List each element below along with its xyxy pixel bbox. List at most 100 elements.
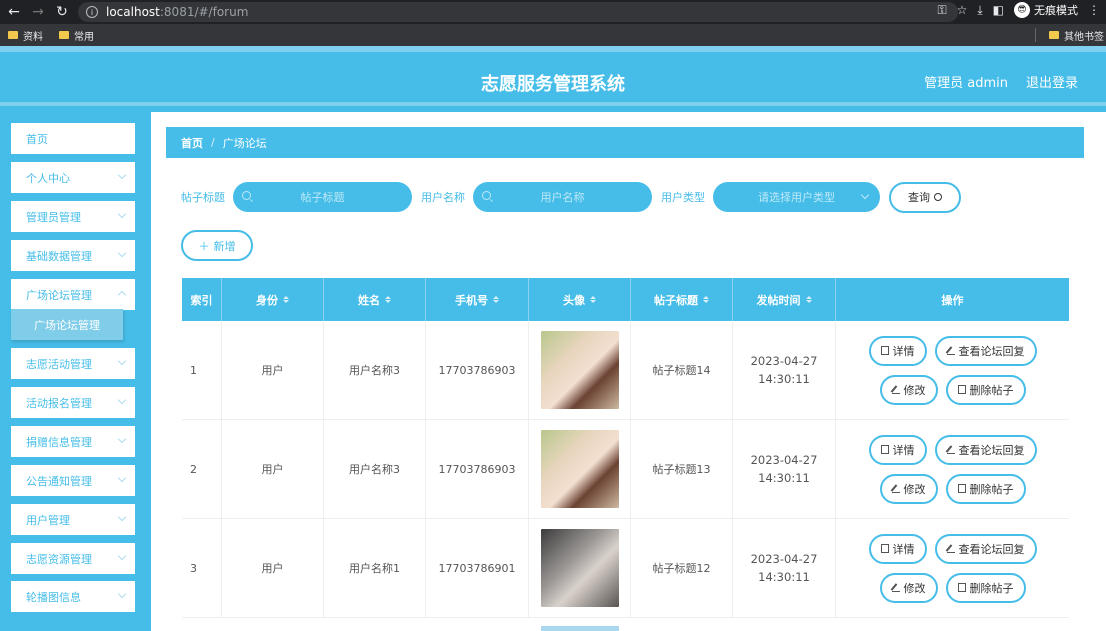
edit-icon (946, 445, 955, 454)
button-label: 查看论坛回复 (958, 443, 1025, 457)
sidebar-item-signups[interactable]: 活动报名管理 (11, 387, 135, 418)
sidebar-item-donations[interactable]: 捐赠信息管理 (11, 426, 135, 457)
sort-icon[interactable] (283, 296, 289, 303)
chevron-up-icon (117, 290, 127, 300)
sidebar-subitem-forum[interactable]: 广场论坛管理 (11, 309, 123, 340)
sidebar-item-carousel[interactable]: 轮播图信息 (11, 581, 135, 612)
cell-name: 用户名称3 (324, 420, 426, 518)
chevron-down-icon (117, 395, 127, 405)
sidebar-item-admins[interactable]: 管理员管理 (11, 201, 135, 232)
menu-icon[interactable]: ⋮ (1088, 3, 1100, 17)
user-filter-label: 用户名称 (421, 191, 465, 204)
user-type-select[interactable]: 请选择用户类型 (713, 182, 880, 212)
sidebar-item-forum[interactable]: 广场论坛管理 (11, 279, 135, 310)
col-name[interactable]: 姓名 (324, 278, 426, 321)
column-label: 头像 (563, 293, 585, 307)
bookmark-folder[interactable]: 资料 (8, 28, 43, 43)
cell-index: 3 (182, 519, 222, 617)
user-search-input[interactable]: 用户名称 (473, 182, 652, 212)
col-title[interactable]: 帖子标题 (631, 278, 733, 321)
col-role[interactable]: 身份 (222, 278, 324, 321)
delete-button[interactable]: 删除帖子 (945, 374, 1026, 405)
table-row: 1 用户 用户名称3 17703786903 帖子标题14 2023-04-27… (182, 321, 1069, 420)
sort-icon[interactable] (493, 296, 499, 303)
avatar[interactable] (540, 430, 619, 508)
other-bookmarks[interactable]: 其他书签 (1049, 28, 1104, 43)
sidebar-item-home[interactable]: 首页 (11, 123, 135, 154)
edit-button[interactable]: 修改 (879, 473, 938, 504)
cell-title: 帖子标题12 (631, 519, 733, 617)
delete-button[interactable]: 删除帖子 (945, 473, 1026, 504)
document-icon (880, 445, 889, 454)
sidebar-item-resources[interactable]: 志愿资源管理 (11, 543, 135, 574)
view-replies-button[interactable]: 查看论坛回复 (934, 434, 1037, 465)
cell-actions: 详情 查看论坛回复 修改 删除帖子 (836, 321, 1069, 419)
avatar[interactable] (540, 529, 619, 607)
cell-actions: 详情 查看论坛回复 修改 删除帖子 (836, 519, 1069, 617)
trash-icon (957, 385, 966, 394)
view-replies-button[interactable]: 查看论坛回复 (934, 335, 1037, 366)
search-bar: 帖子标题 帖子标题 用户名称 用户名称 用户类型 请选择用户类型 查询 (181, 181, 961, 213)
search-icon (482, 191, 491, 200)
add-button[interactable]: ＋新增 (181, 230, 253, 261)
table-row: 3 用户 用户名称1 17703786901 帖子标题12 2023-04-27… (182, 519, 1069, 618)
folder-icon (8, 31, 18, 39)
col-time[interactable]: 发帖时间 (733, 278, 836, 321)
cell-avatar (529, 420, 631, 518)
title-search-input[interactable]: 帖子标题 (233, 182, 412, 212)
forward-icon[interactable]: → (28, 2, 48, 22)
profile-button[interactable]: 😎 无痕模式 (1014, 2, 1078, 18)
sidebar-item-activities[interactable]: 志愿活动管理 (11, 348, 135, 379)
delete-button[interactable]: 删除帖子 (945, 572, 1026, 603)
column-label: 操作 (941, 293, 964, 307)
query-button[interactable]: 查询 (889, 181, 961, 213)
type-filter-label: 用户类型 (661, 191, 705, 204)
chevron-down-icon (117, 512, 127, 522)
breadcrumb-home[interactable]: 首页 (181, 135, 203, 151)
chevron-down-icon (117, 434, 127, 444)
sort-icon[interactable] (805, 296, 812, 303)
edit-icon (946, 346, 955, 355)
detail-button[interactable]: 详情 (868, 533, 927, 564)
sidebar-item-notices[interactable]: 公告通知管理 (11, 465, 135, 496)
download-icon[interactable]: ⤓ (977, 3, 982, 18)
view-replies-button[interactable]: 查看论坛回复 (934, 533, 1037, 564)
sidebar-item-users[interactable]: 用户管理 (11, 504, 135, 535)
sidebar-item-profile[interactable]: 个人中心 (11, 162, 135, 193)
sidebar-item-label: 捐赠信息管理 (26, 435, 92, 449)
edit-icon (891, 484, 900, 493)
back-icon[interactable]: ← (4, 2, 24, 22)
detail-button[interactable]: 详情 (868, 434, 927, 465)
sidebar-item-label: 轮播图信息 (26, 590, 81, 604)
sidebar-item-label: 公告通知管理 (26, 474, 92, 488)
detail-button[interactable]: 详情 (868, 335, 927, 366)
column-label: 身份 (256, 293, 278, 307)
info-icon[interactable]: i (86, 6, 98, 18)
bookmark-folder[interactable]: 常用 (59, 28, 94, 43)
logout-link[interactable]: 退出登录 (1026, 72, 1078, 91)
button-label: 详情 (892, 443, 915, 457)
star-icon[interactable]: ☆ (957, 3, 968, 17)
document-icon (880, 544, 889, 553)
cell-phone: 17703786903 (426, 321, 529, 419)
col-avatar[interactable]: 头像 (529, 278, 631, 321)
cell-time: 2023-04-27 14:30:11 (733, 519, 836, 617)
key-icon[interactable]: ⚿ (937, 3, 946, 18)
chevron-down-icon (117, 589, 127, 599)
sort-icon[interactable] (703, 296, 709, 303)
address-bar[interactable]: i localhost:8081/#/forum (78, 2, 958, 22)
chevron-down-icon (117, 248, 127, 258)
sort-icon[interactable] (590, 296, 596, 303)
cell-name: 用户名称3 (324, 321, 426, 419)
avatar[interactable] (540, 331, 619, 409)
sidebar-item-basic-data[interactable]: 基础数据管理 (11, 240, 135, 271)
col-phone[interactable]: 手机号 (426, 278, 529, 321)
sidepanel-icon[interactable]: ◧ (993, 3, 1004, 17)
edit-button[interactable]: 修改 (879, 572, 938, 603)
reload-icon[interactable]: ↻ (52, 2, 72, 22)
sort-icon[interactable] (385, 296, 391, 303)
column-label: 姓名 (358, 293, 380, 307)
folder-icon (1049, 31, 1059, 39)
edit-button[interactable]: 修改 (879, 374, 938, 405)
cell-avatar (529, 519, 631, 617)
